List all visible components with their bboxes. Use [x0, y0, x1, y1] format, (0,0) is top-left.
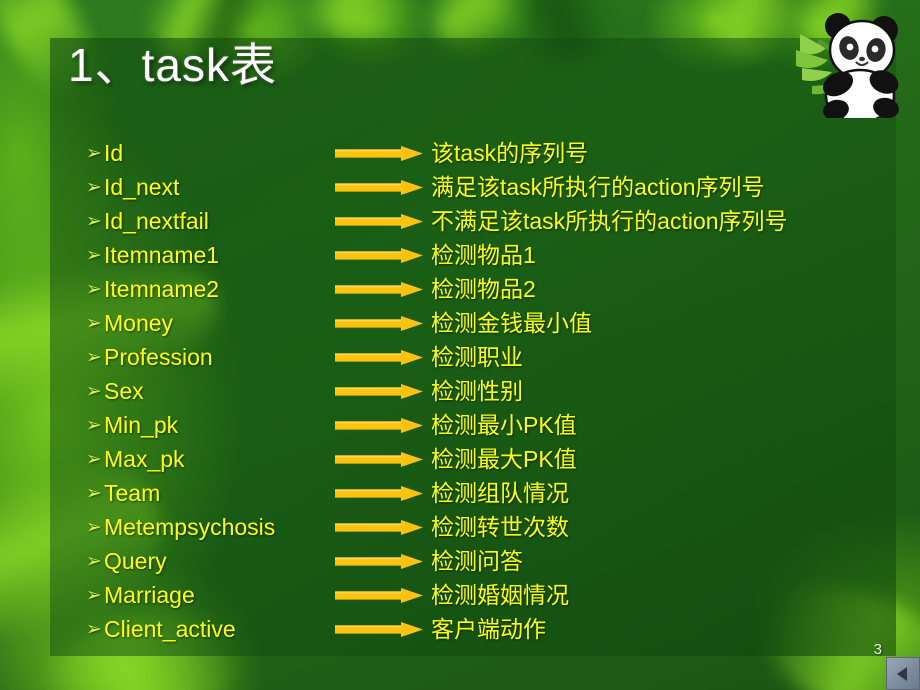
field-name: Id_next: [104, 173, 180, 200]
field-row: ➢ Id 该task的序列号: [86, 136, 886, 170]
field-description: 检测问答: [431, 547, 523, 574]
right-arrow-icon: [335, 442, 425, 476]
bullet-arrow-icon: ➢: [86, 210, 102, 232]
right-arrow-icon: [335, 204, 425, 238]
right-arrow-icon: [335, 544, 425, 578]
right-arrow-icon: [335, 272, 425, 306]
field-row: ➢ Profession 检测职业: [86, 340, 886, 374]
right-arrow-icon: [335, 170, 425, 204]
field-name: Team: [104, 479, 161, 506]
bullet-arrow-icon: ➢: [86, 516, 102, 538]
field-name: Marriage: [104, 581, 195, 608]
field-row: ➢ Max_pk 检测最大PK值: [86, 442, 886, 476]
nav-previous-button[interactable]: [886, 657, 920, 690]
field-name: Metempsychosis: [104, 513, 276, 540]
field-row: ➢ Team 检测组队情况: [86, 476, 886, 510]
nav-previous-triangle-icon: [894, 665, 912, 683]
field-description: 该task的序列号: [431, 139, 589, 166]
field-row: ➢ Id_next 满足该task所执行的action序列号: [86, 170, 886, 204]
field-row: ➢ Money 检测金钱最小值: [86, 306, 886, 340]
field-description: 检测最小PK值: [431, 411, 577, 438]
bullet-arrow-icon: ➢: [86, 346, 102, 368]
field-description: 检测转世次数: [431, 513, 569, 540]
field-name: Max_pk: [104, 445, 185, 472]
bullet-arrow-icon: ➢: [86, 482, 102, 504]
page-title: 1、task表: [68, 39, 277, 91]
right-arrow-icon: [335, 578, 425, 612]
right-arrow-icon: [335, 340, 425, 374]
bullet-arrow-icon: ➢: [86, 176, 102, 198]
right-arrow-icon: [335, 238, 425, 272]
bullet-arrow-icon: ➢: [86, 618, 102, 640]
field-row: ➢ Marriage 检测婚姻情况: [86, 578, 886, 612]
field-row: ➢ Metempsychosis 检测转世次数: [86, 510, 886, 544]
right-arrow-icon: [335, 510, 425, 544]
field-description: 检测婚姻情况: [431, 581, 569, 608]
field-description: 检测职业: [431, 343, 523, 370]
field-row: ➢ Itemname1 检测物品1: [86, 238, 886, 272]
field-description: 检测组队情况: [431, 479, 569, 506]
field-name: Sex: [104, 377, 144, 404]
field-description: 客户端动作: [431, 615, 546, 642]
right-arrow-icon: [335, 408, 425, 442]
field-name: Itemname2: [104, 275, 220, 302]
field-row: ➢ Id_nextfail 不满足该task所执行的action序列号: [86, 204, 886, 238]
right-arrow-icon: [335, 136, 425, 170]
bullet-arrow-icon: ➢: [86, 550, 102, 572]
field-row: ➢ Min_pk 检测最小PK值: [86, 408, 886, 442]
field-row: ➢ Client_active 客户端动作: [86, 612, 886, 646]
bullet-arrow-icon: ➢: [86, 584, 102, 606]
field-description: 检测物品1: [431, 241, 536, 268]
panda-eating-bamboo-icon: [786, 2, 910, 124]
bullet-arrow-icon: ➢: [86, 244, 102, 266]
right-arrow-icon: [335, 612, 425, 646]
field-row: ➢ Sex 检测性别: [86, 374, 886, 408]
right-arrow-icon: [335, 374, 425, 408]
right-arrow-icon: [335, 476, 425, 510]
field-name: Client_active: [104, 615, 236, 642]
field-description: 检测金钱最小值: [431, 309, 592, 336]
page-number: 3: [873, 641, 882, 658]
right-arrow-icon: [335, 306, 425, 340]
field-description: 检测最大PK值: [431, 445, 577, 472]
bullet-arrow-icon: ➢: [86, 380, 102, 402]
bullet-arrow-icon: ➢: [86, 142, 102, 164]
presentation-slide: 1、task表 ➢ Id 该task的序列号 ➢ Id_next 满足该task所执行的a…: [0, 0, 920, 690]
field-name: Money: [104, 309, 174, 336]
field-name: Min_pk: [104, 411, 179, 438]
field-name: Id: [104, 139, 124, 166]
bullet-arrow-icon: ➢: [86, 448, 102, 470]
bullet-arrow-icon: ➢: [86, 414, 102, 436]
bullet-arrow-icon: ➢: [86, 312, 102, 334]
field-name: Profession: [104, 343, 213, 370]
field-name: Itemname1: [104, 241, 220, 268]
bullet-arrow-icon: ➢: [86, 278, 102, 300]
field-description: 检测性别: [431, 377, 523, 404]
field-description: 满足该task所执行的action序列号: [431, 173, 765, 200]
field-description: 不满足该task所执行的action序列号: [431, 207, 788, 234]
field-name: Query: [104, 547, 167, 574]
field-row: ➢ Itemname2 检测物品2: [86, 272, 886, 306]
field-name: Id_nextfail: [104, 207, 209, 234]
field-list: ➢ Id 该task的序列号 ➢ Id_next 满足该task所执行的action序列号…: [86, 136, 886, 646]
field-row: ➢ Query 检测问答: [86, 544, 886, 578]
field-description: 检测物品2: [431, 275, 536, 302]
